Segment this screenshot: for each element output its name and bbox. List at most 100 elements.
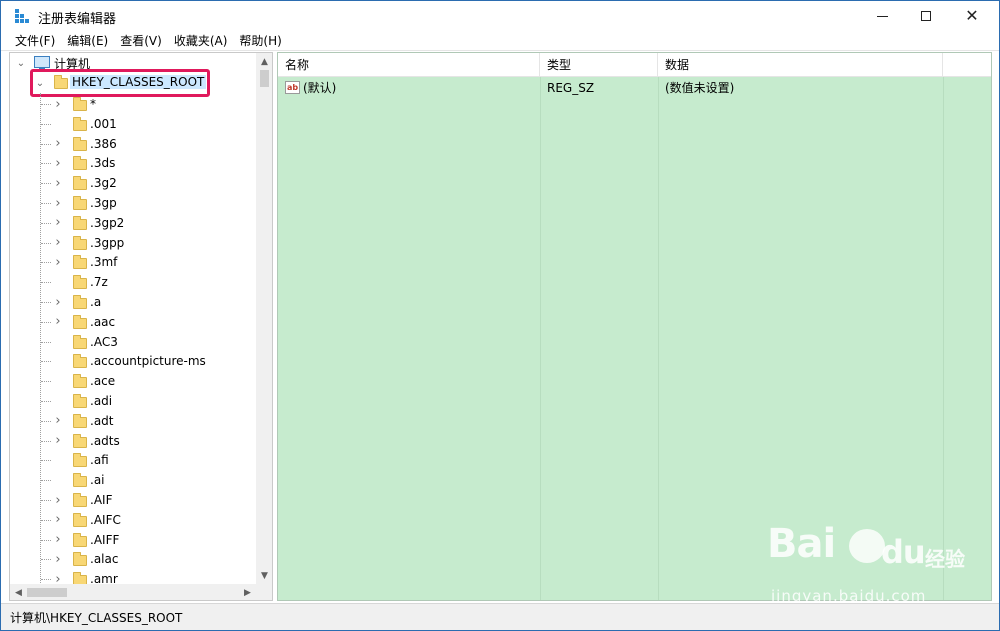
menu-edit[interactable]: 编辑(E)	[61, 31, 114, 51]
scroll-right-icon[interactable]: ▶	[239, 584, 256, 600]
folder-icon	[73, 413, 87, 428]
tree-item[interactable]: › .3ds	[10, 153, 256, 173]
scroll-thumb-horizontal[interactable]	[27, 588, 67, 597]
tree-item[interactable]: .adi	[10, 391, 256, 411]
tree-item-hkey-classes-root[interactable]: ⌄ HKEY_CLASSES_ROOT	[10, 73, 256, 93]
chevron-right-icon[interactable]: ›	[53, 215, 63, 230]
folder-icon	[73, 156, 87, 171]
folder-icon	[73, 552, 87, 567]
tree-item[interactable]: › .adts	[10, 431, 256, 451]
tree-item[interactable]: › .adt	[10, 411, 256, 431]
baidu-paw-icon	[849, 529, 885, 563]
column-header-name[interactable]: 名称	[278, 53, 540, 77]
tree-item[interactable]: › .a	[10, 292, 256, 312]
menu-view[interactable]: 查看(V)	[114, 31, 168, 51]
chevron-right-icon[interactable]: ›	[53, 97, 63, 112]
minimize-button[interactable]	[859, 1, 905, 31]
chevron-right-icon[interactable]: ›	[53, 493, 63, 508]
tree-item[interactable]: › .3gp	[10, 193, 256, 213]
tree-branch-line	[41, 539, 51, 541]
minimize-icon	[876, 15, 888, 17]
close-button[interactable]: ✕	[949, 1, 995, 31]
tree-branch-line	[41, 302, 51, 303]
tree-branch-line	[41, 500, 51, 501]
tree-item[interactable]: › .AIFC	[10, 510, 256, 530]
registry-editor-window: 注册表编辑器 ✕ 文件(F) 编辑(E) 查看(V) 收藏夹(A) 帮助(H) …	[0, 0, 1000, 631]
folder-icon	[73, 255, 87, 270]
tree-item[interactable]: › .386	[10, 134, 256, 154]
chevron-down-icon[interactable]: ⌄	[16, 58, 26, 69]
maximize-button[interactable]	[903, 1, 949, 31]
tree-item[interactable]: › *	[10, 94, 256, 114]
tree-item[interactable]: › .3mf	[10, 252, 256, 272]
tree-item[interactable]: .afi	[10, 450, 256, 470]
tree-item[interactable]: › .alac	[10, 549, 256, 569]
tree-item-label: .accountpicture-ms	[90, 354, 206, 369]
tree-branch-line	[41, 420, 51, 422]
tree-item[interactable]: .accountpicture-ms	[10, 351, 256, 371]
chevron-right-icon[interactable]: ›	[53, 532, 63, 547]
tree-item[interactable]: .ai	[10, 470, 256, 490]
chevron-right-icon[interactable]: ›	[53, 176, 63, 191]
menu-help[interactable]: 帮助(H)	[233, 31, 287, 51]
tree-item[interactable]: › .3gp2	[10, 213, 256, 233]
tree-item-label: .AIFF	[90, 532, 120, 547]
folder-icon	[73, 136, 87, 151]
chevron-right-icon[interactable]: ›	[53, 156, 63, 171]
tree-item[interactable]: › .3g2	[10, 173, 256, 193]
tree-vertical-scrollbar[interactable]: ▲ ▼	[256, 53, 272, 584]
tree-item[interactable]: › .3gpp	[10, 233, 256, 253]
chevron-right-icon[interactable]: ›	[53, 433, 63, 448]
chevron-right-icon[interactable]: ›	[53, 552, 63, 567]
tree-item[interactable]: .001	[10, 114, 256, 134]
tree-item-label: .001	[90, 116, 117, 131]
value-data: (数值未设置)	[665, 81, 735, 95]
folder-icon	[73, 473, 87, 488]
scroll-left-icon[interactable]: ◀	[10, 584, 27, 600]
chevron-right-icon[interactable]: ›	[53, 196, 63, 211]
tree-item[interactable]: › .AIF	[10, 490, 256, 510]
chevron-right-icon[interactable]: ›	[53, 572, 63, 587]
list-item[interactable]: ab (默认) REG_SZ (数值未设置)	[278, 78, 991, 98]
chevron-down-icon[interactable]: ⌄	[35, 78, 45, 89]
chevron-right-icon[interactable]: ›	[53, 255, 63, 270]
tree-item-label: .386	[90, 136, 117, 151]
title-bar: 注册表编辑器 ✕	[1, 1, 999, 31]
tree-item-label: .adts	[90, 433, 120, 448]
folder-icon	[73, 354, 87, 369]
scroll-up-icon[interactable]: ▲	[256, 53, 272, 70]
folder-icon	[73, 215, 87, 230]
watermark-cn: 经验	[925, 547, 965, 571]
tree-item[interactable]: .7z	[10, 272, 256, 292]
tree-branch-line	[41, 282, 51, 284]
tree-branch-line	[41, 321, 51, 323]
registry-tree[interactable]: ⌄ 计算机 ⌄ HKEY_CLASSES_ROOT › * .001 › .386 › .3…	[9, 52, 273, 601]
column-header-type[interactable]: 类型	[540, 53, 658, 77]
chevron-right-icon[interactable]: ›	[53, 235, 63, 250]
tree-item[interactable]: › .AIFF	[10, 530, 256, 550]
scroll-thumb[interactable]	[260, 70, 269, 87]
menu-file[interactable]: 文件(F)	[9, 31, 61, 51]
chevron-right-icon[interactable]: ›	[53, 136, 63, 151]
chevron-right-icon[interactable]: ›	[53, 295, 63, 310]
column-header-data[interactable]: 数据	[658, 53, 943, 77]
tree-branch-line	[41, 440, 51, 442]
tree-horizontal-scrollbar[interactable]: ◀ ▶	[10, 584, 272, 600]
tree-item[interactable]: .AC3	[10, 332, 256, 352]
chevron-right-icon[interactable]: ›	[53, 314, 63, 329]
tree-branch-line	[41, 401, 51, 402]
values-list[interactable]: 名称 类型 数据 ab (默认) REG_SZ (数值未设置)	[277, 52, 992, 601]
folder-icon	[73, 176, 87, 191]
scroll-down-icon[interactable]: ▼	[256, 567, 272, 584]
tree-item[interactable]: › .aac	[10, 312, 256, 332]
folder-icon	[73, 314, 87, 329]
tree-branch-line	[41, 381, 51, 383]
tree-item-label: .adt	[90, 413, 114, 428]
folder-icon	[73, 493, 87, 507]
tree-item-label: .AC3	[90, 334, 118, 349]
chevron-right-icon[interactable]: ›	[53, 413, 63, 428]
tree-item[interactable]: .ace	[10, 371, 256, 391]
menu-favorites[interactable]: 收藏夹(A)	[168, 31, 234, 51]
chevron-right-icon[interactable]: ›	[53, 512, 63, 527]
column-divider	[540, 77, 541, 600]
